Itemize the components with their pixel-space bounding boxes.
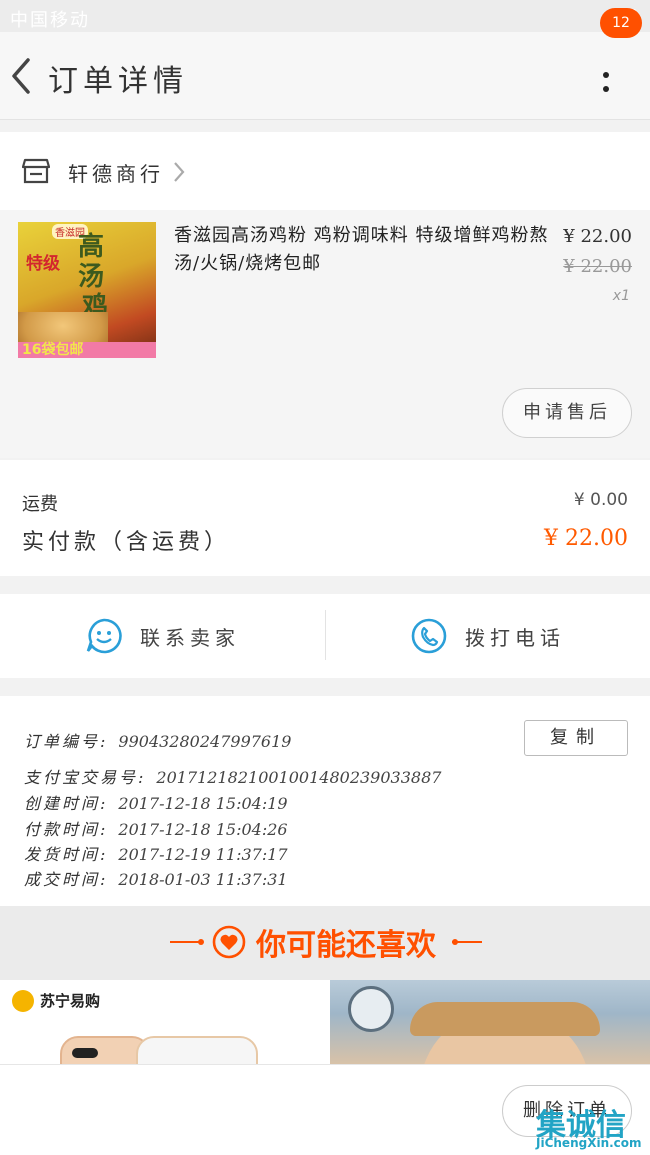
chat-smiley-icon: [86, 618, 122, 654]
divider-dot-left: [198, 939, 204, 945]
apply-after-sale-button[interactable]: 申请售后: [502, 388, 632, 438]
fee-summary: 运费 ¥ 0.00 实付款（含运费） ¥ 22.00: [0, 460, 650, 576]
thumbnail-name-top: 高汤: [78, 232, 105, 292]
info-value: 2017-12-18 15:04:26: [118, 820, 288, 839]
carrier-signal: 中国移动: [10, 10, 90, 31]
info-value: 99043280247997619: [118, 732, 292, 751]
back-arrow-icon[interactable]: [8, 56, 36, 96]
card-brand-label: 苏宁易购: [40, 992, 101, 1010]
brand-seal-icon: [348, 986, 394, 1032]
order-number-row: 订单编号: 99043280247997619: [24, 728, 291, 752]
chevron-right-icon: [174, 162, 185, 182]
paid-time-row: 付款时间: 2017-12-18 15:04:26: [24, 816, 288, 840]
nav-bar: 订单详情: [0, 32, 650, 120]
recommend-card-suning[interactable]: 苏宁易购: [0, 980, 320, 1064]
info-key: 发货时间:: [24, 845, 109, 864]
info-key: 支付宝交易号:: [24, 768, 147, 787]
contact-bar: 联系卖家 拨打电话: [0, 594, 650, 678]
status-bar: 中国移动: [0, 0, 650, 32]
message-count-badge[interactable]: 12: [600, 8, 642, 38]
watermark-logo: 集诚信 JiChengXin.com: [536, 1100, 648, 1154]
paid-amount-value: ¥ 22.00: [544, 526, 628, 551]
order-item[interactable]: 香滋园 高汤 特级 鸡粉 16袋包邮 香滋园高汤鸡粉 鸡粉调味料 特级增鲜鸡粉熬…: [0, 210, 650, 458]
completed-time-row: 成交时间: 2018-01-03 11:37:31: [24, 866, 288, 890]
product-thumbnail[interactable]: 香滋园 高汤 特级 鸡粉 16袋包邮: [18, 222, 156, 358]
product-price: ¥ 22.00: [563, 226, 632, 247]
watermark-url: JiChengXin.com: [536, 1136, 642, 1150]
shop-row[interactable]: 轩德商行: [0, 132, 650, 210]
portrait-hair: [410, 1002, 600, 1036]
info-value: 2018-01-03 11:37:31: [118, 870, 288, 889]
alipay-number-row: 支付宝交易号: 2017121821001001480239033887: [24, 764, 441, 788]
info-value: 2017121821001001480239033887: [156, 768, 442, 787]
thumbnail-grade: 特级: [26, 254, 60, 274]
contact-seller-label: 联系卖家: [140, 626, 240, 650]
info-value: 2017-12-18 15:04:19: [118, 794, 288, 813]
phone-icon: [411, 618, 447, 654]
info-key: 订单编号:: [24, 732, 109, 751]
product-title[interactable]: 香滋园高汤鸡粉 鸡粉调味料 特级增鲜鸡粉熬汤/火锅/烧烤包邮: [174, 222, 558, 278]
info-key: 成交时间:: [24, 870, 109, 889]
phone-image-front: [136, 1036, 258, 1064]
info-key: 付款时间:: [24, 820, 109, 839]
recommend-title: 你可能还喜欢: [256, 928, 436, 963]
recommend-header: 你可能还喜欢: [0, 906, 650, 980]
divider-line-right: [452, 941, 482, 943]
call-phone-button[interactable]: 拨打电话: [325, 594, 650, 678]
order-info: 订单编号: 99043280247997619 支付宝交易号: 2017121821…: [0, 696, 650, 906]
suning-logo-icon: [12, 990, 34, 1012]
shipping-value: ¥ 0.00: [573, 490, 628, 510]
product-quantity: x1: [612, 288, 630, 304]
shipped-time-row: 发货时间: 2017-12-19 11:37:17: [24, 841, 288, 865]
shipping-label: 运费: [22, 494, 58, 515]
created-time-row: 创建时间: 2017-12-18 15:04:19: [24, 790, 288, 814]
divider-line-left: [170, 941, 200, 943]
thumbnail-promo: 16袋包邮: [18, 342, 156, 358]
call-phone-label: 拨打电话: [465, 626, 565, 650]
info-value: 2017-12-19 11:37:17: [118, 845, 288, 864]
store-icon: [22, 158, 50, 184]
heart-icon: [212, 925, 246, 959]
copy-order-number-button[interactable]: 复制: [524, 720, 628, 756]
info-key: 创建时间:: [24, 794, 109, 813]
product-original-price: ¥ 22.00: [563, 256, 632, 277]
recommend-card-portrait[interactable]: [330, 980, 650, 1064]
paid-amount-label: 实付款（含运费）: [22, 530, 231, 555]
shop-name: 轩德商行: [68, 162, 164, 186]
more-menu-icon[interactable]: [594, 70, 618, 110]
page-title: 订单详情: [48, 64, 188, 99]
contact-seller-button[interactable]: 联系卖家: [0, 594, 325, 678]
recommend-cards: 苏宁易购: [0, 980, 650, 1064]
